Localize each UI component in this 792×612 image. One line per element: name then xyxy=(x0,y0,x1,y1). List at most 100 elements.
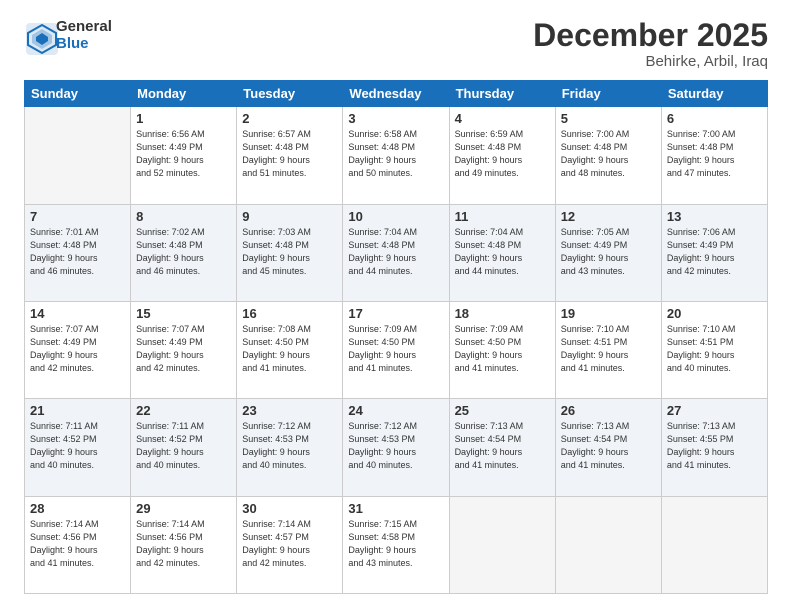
logo: General Blue xyxy=(24,18,112,53)
table-row: 29Sunrise: 7:14 AM Sunset: 4:56 PM Dayli… xyxy=(131,496,237,593)
day-number: 15 xyxy=(136,306,231,321)
day-number: 4 xyxy=(455,111,550,126)
day-number: 19 xyxy=(561,306,656,321)
day-number: 13 xyxy=(667,209,762,224)
day-number: 8 xyxy=(136,209,231,224)
day-info: Sunrise: 6:57 AM Sunset: 4:48 PM Dayligh… xyxy=(242,128,337,180)
table-row: 9 Sunrise: 7:03 AM Sunset: 4:48 PM Daylig… xyxy=(237,204,343,301)
day-info: Sunrise: 7:13 AM Sunset: 4:54 PM Dayligh… xyxy=(561,420,656,472)
day-info: Sunrise: 7:04 AM Sunset: 4:48 PM Dayligh… xyxy=(455,226,550,278)
table-row xyxy=(661,496,767,593)
logo-line1: General xyxy=(56,18,112,35)
table-row: 6 Sunrise: 7:00 AM Sunset: 4:48 PM Daylig… xyxy=(661,107,767,204)
table-row: 17 Sunrise: 7:09 AM Sunset: 4:50 PM Dayli… xyxy=(343,301,449,398)
calendar-week-row: 7Sunrise: 7:01 AM Sunset: 4:48 PM Daylig… xyxy=(25,204,768,301)
day-number: 9 xyxy=(242,209,337,224)
table-row: 7Sunrise: 7:01 AM Sunset: 4:48 PM Daylig… xyxy=(25,204,131,301)
day-info: Sunrise: 7:09 AM Sunset: 4:50 PM Dayligh… xyxy=(348,323,443,375)
day-info: Sunrise: 7:11 AM Sunset: 4:52 PM Dayligh… xyxy=(30,420,125,472)
day-number: 22 xyxy=(136,403,231,418)
day-info: Sunrise: 7:06 AM Sunset: 4:49 PM Dayligh… xyxy=(667,226,762,278)
day-info: Sunrise: 6:58 AM Sunset: 4:48 PM Dayligh… xyxy=(348,128,443,180)
table-row: 15Sunrise: 7:07 AM Sunset: 4:49 PM Dayli… xyxy=(131,301,237,398)
table-row: 16Sunrise: 7:08 AM Sunset: 4:50 PM Dayli… xyxy=(237,301,343,398)
table-row: 1Sunrise: 6:56 AM Sunset: 4:49 PM Daylig… xyxy=(131,107,237,204)
day-info: Sunrise: 7:00 AM Sunset: 4:48 PM Dayligh… xyxy=(561,128,656,180)
table-row: 20Sunrise: 7:10 AM Sunset: 4:51 PM Dayli… xyxy=(661,301,767,398)
day-number: 26 xyxy=(561,403,656,418)
day-number: 11 xyxy=(455,209,550,224)
day-info: Sunrise: 7:14 AM Sunset: 4:56 PM Dayligh… xyxy=(30,518,125,570)
day-info: Sunrise: 7:08 AM Sunset: 4:50 PM Dayligh… xyxy=(242,323,337,375)
day-info: Sunrise: 7:07 AM Sunset: 4:49 PM Dayligh… xyxy=(30,323,125,375)
day-number: 18 xyxy=(455,306,550,321)
day-info: Sunrise: 7:15 AM Sunset: 4:58 PM Dayligh… xyxy=(348,518,443,570)
day-number: 3 xyxy=(348,111,443,126)
table-row: 3 Sunrise: 6:58 AM Sunset: 4:48 PM Daylig… xyxy=(343,107,449,204)
header-wednesday: Wednesday xyxy=(343,81,449,107)
day-info: Sunrise: 6:59 AM Sunset: 4:48 PM Dayligh… xyxy=(455,128,550,180)
table-row: 19 Sunrise: 7:10 AM Sunset: 4:51 PM Dayli… xyxy=(555,301,661,398)
day-info: Sunrise: 6:56 AM Sunset: 4:49 PM Dayligh… xyxy=(136,128,231,180)
day-info: Sunrise: 7:00 AM Sunset: 4:48 PM Dayligh… xyxy=(667,128,762,180)
day-number: 24 xyxy=(348,403,443,418)
day-number: 17 xyxy=(348,306,443,321)
day-number: 5 xyxy=(561,111,656,126)
day-number: 14 xyxy=(30,306,125,321)
header-tuesday: Tuesday xyxy=(237,81,343,107)
day-info: Sunrise: 7:10 AM Sunset: 4:51 PM Dayligh… xyxy=(561,323,656,375)
table-row: 13 Sunrise: 7:06 AM Sunset: 4:49 PM Dayli… xyxy=(661,204,767,301)
day-number: 20 xyxy=(667,306,762,321)
table-row: 22Sunrise: 7:11 AM Sunset: 4:52 PM Dayli… xyxy=(131,399,237,496)
table-row: 26 Sunrise: 7:13 AM Sunset: 4:54 PM Dayli… xyxy=(555,399,661,496)
day-number: 31 xyxy=(348,501,443,516)
table-row: 18 Sunrise: 7:09 AM Sunset: 4:50 PM Dayli… xyxy=(449,301,555,398)
table-row: 5 Sunrise: 7:00 AM Sunset: 4:48 PM Daylig… xyxy=(555,107,661,204)
header-sunday: Sunday xyxy=(25,81,131,107)
day-number: 27 xyxy=(667,403,762,418)
header-thursday: Thursday xyxy=(449,81,555,107)
day-number: 21 xyxy=(30,403,125,418)
header: General Blue December 2025 Behirke, Arbi… xyxy=(24,18,768,70)
logo-line2: Blue xyxy=(56,35,112,52)
day-info: Sunrise: 7:09 AM Sunset: 4:50 PM Dayligh… xyxy=(455,323,550,375)
day-number: 12 xyxy=(561,209,656,224)
day-info: Sunrise: 7:03 AM Sunset: 4:48 PM Dayligh… xyxy=(242,226,337,278)
logo-icon xyxy=(24,21,52,49)
title-section: December 2025 Behirke, Arbil, Iraq xyxy=(533,18,768,70)
day-info: Sunrise: 7:05 AM Sunset: 4:49 PM Dayligh… xyxy=(561,226,656,278)
day-info: Sunrise: 7:13 AM Sunset: 4:54 PM Dayligh… xyxy=(455,420,550,472)
calendar-week-row: 21 Sunrise: 7:11 AM Sunset: 4:52 PM Dayli… xyxy=(25,399,768,496)
day-info: Sunrise: 7:13 AM Sunset: 4:55 PM Dayligh… xyxy=(667,420,762,472)
table-row: 31 Sunrise: 7:15 AM Sunset: 4:58 PM Dayli… xyxy=(343,496,449,593)
day-number: 30 xyxy=(242,501,337,516)
day-info: Sunrise: 7:01 AM Sunset: 4:48 PM Dayligh… xyxy=(30,226,125,278)
calendar-week-row: 14 Sunrise: 7:07 AM Sunset: 4:49 PM Dayli… xyxy=(25,301,768,398)
table-row: 14 Sunrise: 7:07 AM Sunset: 4:49 PM Dayli… xyxy=(25,301,131,398)
table-row: 4 Sunrise: 6:59 AM Sunset: 4:48 PM Daylig… xyxy=(449,107,555,204)
header-saturday: Saturday xyxy=(661,81,767,107)
day-info: Sunrise: 7:12 AM Sunset: 4:53 PM Dayligh… xyxy=(242,420,337,472)
day-number: 2 xyxy=(242,111,337,126)
header-friday: Friday xyxy=(555,81,661,107)
table-row: 12 Sunrise: 7:05 AM Sunset: 4:49 PM Dayli… xyxy=(555,204,661,301)
table-row xyxy=(449,496,555,593)
location: Behirke, Arbil, Iraq xyxy=(533,53,768,70)
day-number: 25 xyxy=(455,403,550,418)
table-row: 23Sunrise: 7:12 AM Sunset: 4:53 PM Dayli… xyxy=(237,399,343,496)
table-row: 25 Sunrise: 7:13 AM Sunset: 4:54 PM Dayli… xyxy=(449,399,555,496)
day-number: 28 xyxy=(30,501,125,516)
table-row xyxy=(555,496,661,593)
day-info: Sunrise: 7:02 AM Sunset: 4:48 PM Dayligh… xyxy=(136,226,231,278)
calendar-week-row: 28 Sunrise: 7:14 AM Sunset: 4:56 PM Dayli… xyxy=(25,496,768,593)
day-number: 6 xyxy=(667,111,762,126)
calendar-header-row: Sunday Monday Tuesday Wednesday Thursday… xyxy=(25,81,768,107)
calendar-week-row: 1Sunrise: 6:56 AM Sunset: 4:49 PM Daylig… xyxy=(25,107,768,204)
header-monday: Monday xyxy=(131,81,237,107)
table-row: 21 Sunrise: 7:11 AM Sunset: 4:52 PM Dayli… xyxy=(25,399,131,496)
table-row: 2 Sunrise: 6:57 AM Sunset: 4:48 PM Daylig… xyxy=(237,107,343,204)
page: General Blue December 2025 Behirke, Arbi… xyxy=(0,0,792,612)
day-number: 10 xyxy=(348,209,443,224)
day-info: Sunrise: 7:14 AM Sunset: 4:56 PM Dayligh… xyxy=(136,518,231,570)
table-row: 11 Sunrise: 7:04 AM Sunset: 4:48 PM Dayli… xyxy=(449,204,555,301)
